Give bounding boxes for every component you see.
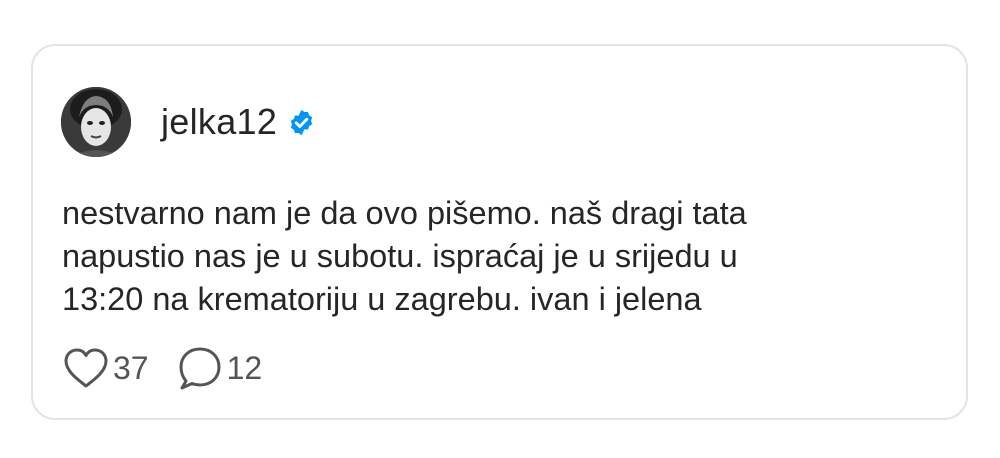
post-actions: 37 12: [63, 345, 262, 391]
comment-button[interactable]: 12: [177, 346, 263, 390]
like-button[interactable]: 37: [63, 347, 149, 389]
avatar[interactable]: [61, 87, 131, 157]
post-text: nestvarno nam je da ovo pišemo. naš drag…: [62, 195, 747, 317]
post-card: jelka12 nestvarno nam je da ovo pišemo. …: [31, 44, 968, 420]
post-header: jelka12: [61, 87, 316, 157]
username-row: jelka12: [161, 101, 316, 143]
heart-icon: [63, 347, 109, 389]
comment-count: 12: [226, 349, 263, 386]
username[interactable]: jelka12: [161, 101, 277, 143]
speech-bubble-icon: [177, 346, 223, 390]
verified-badge-icon: [287, 108, 316, 137]
like-count: 37: [113, 349, 149, 386]
